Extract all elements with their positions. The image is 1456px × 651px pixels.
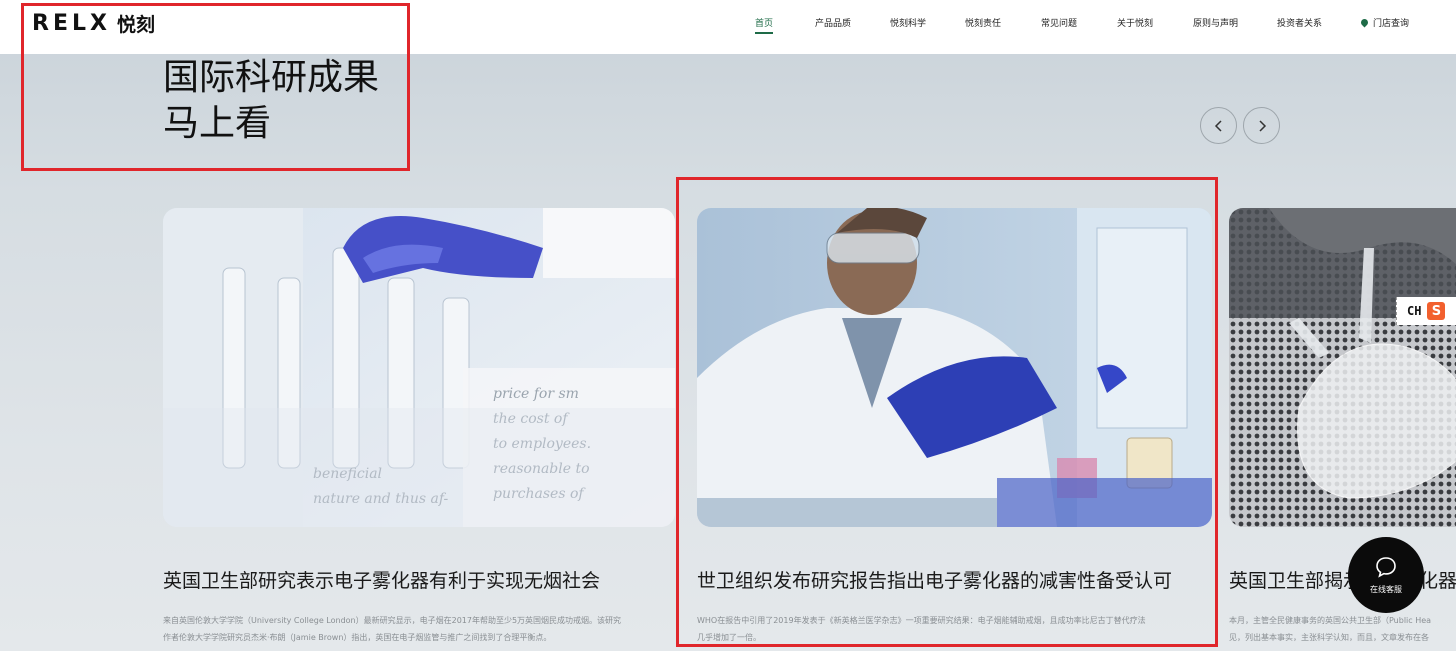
nav-item-faq[interactable]: 常见问题 bbox=[1041, 16, 1077, 29]
chevron-left-icon bbox=[1214, 119, 1222, 132]
nav-item-principles[interactable]: 原则与声明 bbox=[1193, 16, 1238, 29]
sogou-icon: S bbox=[1427, 302, 1446, 320]
chevron-right-icon bbox=[1258, 119, 1266, 132]
news-card[interactable]: price for sm the cost of to employees. r… bbox=[163, 208, 675, 642]
carousel-next-button[interactable] bbox=[1243, 107, 1280, 144]
card-desc-line2: 见，列出基本事实，主张科学认知，而且，文章发布在各 bbox=[1229, 633, 1429, 642]
site-header: RELX 悦刻 首页 产品品质 悦刻科学 悦刻责任 常见问题 关于悦刻 原则与声… bbox=[0, 0, 1456, 54]
card-desc-line1: 来自英国伦敦大学学院（University College London）最新研… bbox=[163, 616, 622, 625]
carousel-prev-button[interactable] bbox=[1200, 107, 1237, 144]
lab-glassware-photo: price for sm the cost of to employees. r… bbox=[163, 208, 675, 527]
card-desc-line2: 作者伦敦大学学院研究员杰米·布朗（Jamie Brown）指出，英国在电子烟监管… bbox=[163, 633, 552, 642]
store-locator-label: 门店查询 bbox=[1373, 19, 1410, 29]
main-nav: 首页 产品品质 悦刻科学 悦刻责任 常见问题 关于悦刻 原则与声明 投资者关系 … bbox=[0, 0, 1456, 54]
svg-text:price for sm: price for sm bbox=[493, 386, 579, 402]
scientist-lab-photo bbox=[697, 208, 1212, 527]
hero-title-line1: 国际科研成果 bbox=[163, 57, 380, 98]
nav-item-store-locator[interactable]: 门店查询 bbox=[1359, 16, 1410, 29]
hero-title: 国际科研成果 马上看 bbox=[163, 55, 379, 147]
online-service-button[interactable]: 在线客服 bbox=[1348, 537, 1424, 613]
nav-item-about[interactable]: 关于悦刻 bbox=[1117, 16, 1153, 29]
ime-language-text: CH bbox=[1407, 304, 1422, 318]
card-desc-line1: WHO在报告中引用了2019年发表于《新英格兰医学杂志》一项重要研究结果：电子烟… bbox=[697, 616, 1146, 625]
nav-item-investors[interactable]: 投资者关系 bbox=[1277, 16, 1322, 29]
card-title[interactable]: 世卫组织发布研究报告指出电子雾化器的减害性备受认可 bbox=[697, 566, 1172, 593]
news-card[interactable]: 世卫组织发布研究报告指出电子雾化器的减害性备受认可 WHO在报告中引用了2019… bbox=[697, 208, 1212, 642]
nav-item-product-quality[interactable]: 产品品质 bbox=[815, 16, 851, 29]
location-pin-icon bbox=[1359, 17, 1370, 28]
hero-title-line2: 马上看 bbox=[163, 103, 272, 144]
card-title[interactable]: 英国卫生部研究表示电子雾化器有利于实现无烟社会 bbox=[163, 566, 600, 593]
nav-item-science[interactable]: 悦刻科学 bbox=[890, 16, 926, 29]
nav-item-responsibility[interactable]: 悦刻责任 bbox=[965, 16, 1001, 29]
card-description: 本月，主管全民健康事务的英国公共卫生部（Public Hea 见，列出基本事实，… bbox=[1229, 612, 1456, 648]
online-service-label: 在线客服 bbox=[1370, 584, 1402, 594]
card-desc-line2: 几乎增加了一倍。 bbox=[697, 633, 761, 642]
card-desc-line1: 本月，主管全民健康事务的英国公共卫生部（Public Hea bbox=[1229, 616, 1432, 625]
card-description: 来自英国伦敦大学学院（University College London）最新研… bbox=[163, 612, 675, 648]
ime-widget[interactable]: CH S bbox=[1396, 297, 1456, 325]
chat-bubble-icon bbox=[1376, 556, 1396, 578]
device-structure-photo bbox=[1229, 208, 1456, 527]
card-description: WHO在报告中引用了2019年发表于《新英格兰医学杂志》一项重要研究结果：电子烟… bbox=[697, 612, 1212, 648]
nav-item-home[interactable]: 首页 bbox=[755, 16, 774, 34]
